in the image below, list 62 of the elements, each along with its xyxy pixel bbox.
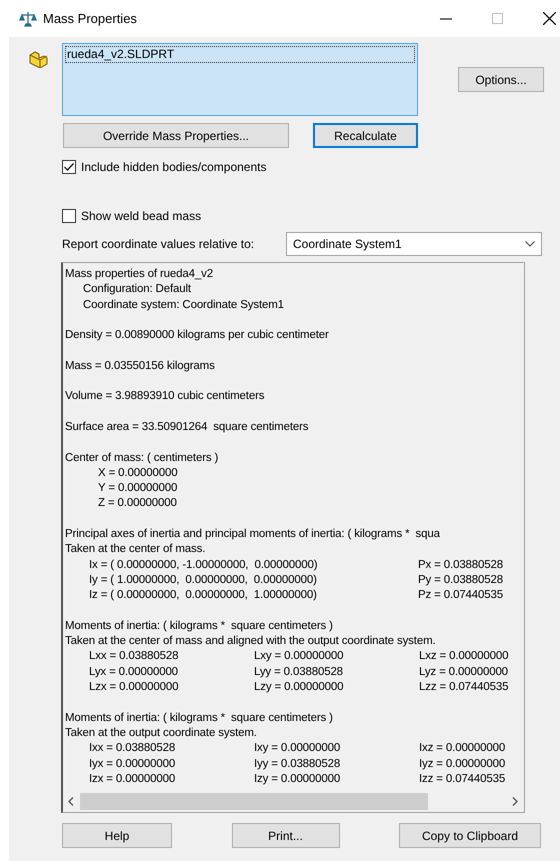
report-line: Mass = 0.03550156 kilograms <box>65 358 215 374</box>
print-button[interactable]: Print... <box>232 823 340 848</box>
report-line: Y = 0.00000000 <box>98 481 178 496</box>
report-line: Surface area = 33.50901264 square centimeters <box>65 420 308 435</box>
checkbox[interactable] <box>62 209 76 223</box>
report-line: Moments of inertia: ( kilograms * square centimeters ) <box>65 618 333 634</box>
recalculate-button[interactable]: Recalculate <box>313 123 418 148</box>
report-value: Lyx = 0.00000000 <box>89 666 178 678</box>
selection-list[interactable]: rueda4_v2.SLDPRT <box>62 43 418 116</box>
report-value: Lxx = 0.03880528 <box>89 650 178 662</box>
report-line: Moments of inertia: ( kilograms * square centimeters ) <box>65 710 333 726</box>
scale-icon <box>19 10 37 28</box>
report-value: Ixx = 0.03880528 <box>89 742 176 754</box>
report-line: X = 0.00000000 <box>98 466 178 481</box>
report-value: Px = 0.03880528 <box>418 558 504 571</box>
report-line: Mass properties of rueda4_v2 <box>65 267 213 282</box>
report-value: Iz = ( 0.00000000, 0.00000000, 1.00000000) <box>89 589 317 602</box>
report-line: Z = 0.00000000 <box>98 496 177 512</box>
report-line: Volume = 3.98893910 cubic centimeters <box>65 389 264 404</box>
report-value: Ixz = 0.00000000 <box>419 742 506 754</box>
copy-button[interactable]: Copy to Clipboard <box>399 823 541 848</box>
scroll-left-icon[interactable] <box>68 796 74 806</box>
options-button[interactable]: Options... <box>458 67 544 92</box>
report-value: Ix = ( 0.00000000, -1.00000000, 0.00000000) <box>89 558 318 571</box>
report-value: Izx = 0.00000000 <box>89 772 176 785</box>
checkbox[interactable] <box>62 160 76 174</box>
report-value: Iyy = 0.03880528 <box>254 758 340 770</box>
report-value: Izy = 0.00000000 <box>254 772 340 785</box>
report-value: Lzy = 0.00000000 <box>254 681 344 694</box>
report-value: Iyx = 0.00000000 <box>89 758 176 770</box>
report-line: Taken at the center of mass and aligned with the output coordinate system. <box>65 634 436 650</box>
close-icon[interactable] <box>543 12 556 25</box>
report-line: Coordinate system: Coordinate System1 <box>83 298 284 313</box>
report-value: Ixy = 0.00000000 <box>254 742 340 754</box>
report-value: Lyy = 0.03880528 <box>254 666 343 678</box>
report-value: Lzz = 0.07440535 <box>419 681 508 694</box>
checkbox-label[interactable]: Include hidden bodies/components <box>81 158 266 176</box>
report-value: Py = 0.03880528 <box>418 574 504 586</box>
report-value: Lyz = 0.00000000 <box>419 666 508 678</box>
report-line: Density = 0.00890000 kilograms per cubic centimeter <box>65 328 329 344</box>
report-value: Iy = ( 1.00000000, 0.00000000, 0.00000000) <box>89 574 317 586</box>
report-line: Principal axes of inertia and principal moments of inertia: ( kilograms * squa <box>65 527 440 542</box>
report-value: Iyz = 0.00000000 <box>419 758 506 770</box>
report-value: Lxz = 0.00000000 <box>419 650 508 662</box>
chevron-down-icon <box>525 241 535 247</box>
report-value: Pz = 0.07440535 <box>418 589 504 602</box>
report-value: Lxy = 0.00000000 <box>254 650 344 662</box>
report-line: Taken at the center of mass. <box>65 542 206 558</box>
report-value: Lzx = 0.00000000 <box>89 681 178 694</box>
scroll-right-icon[interactable] <box>512 796 518 806</box>
report-line: Center of mass: ( centimeters ) <box>65 450 218 466</box>
checkbox-label[interactable]: Show weld bead mass <box>81 207 202 225</box>
report-line: Configuration: Default <box>83 282 191 298</box>
coordinate-dropdown[interactable]: Coordinate System1 <box>286 232 542 256</box>
override-button[interactable]: Override Mass Properties... <box>63 123 289 148</box>
window-title: Mass Properties <box>43 10 137 28</box>
scrollbar-thumb[interactable] <box>80 792 428 810</box>
list-item[interactable]: rueda4_v2.SLDPRT <box>65 46 415 63</box>
report-value: Izz = 0.07440535 <box>419 772 506 785</box>
help-button[interactable]: Help <box>62 823 172 848</box>
report-line: Taken at the output coordinate system. <box>65 726 257 741</box>
coordinate-label: Report coordinate values relative to: <box>62 236 256 253</box>
